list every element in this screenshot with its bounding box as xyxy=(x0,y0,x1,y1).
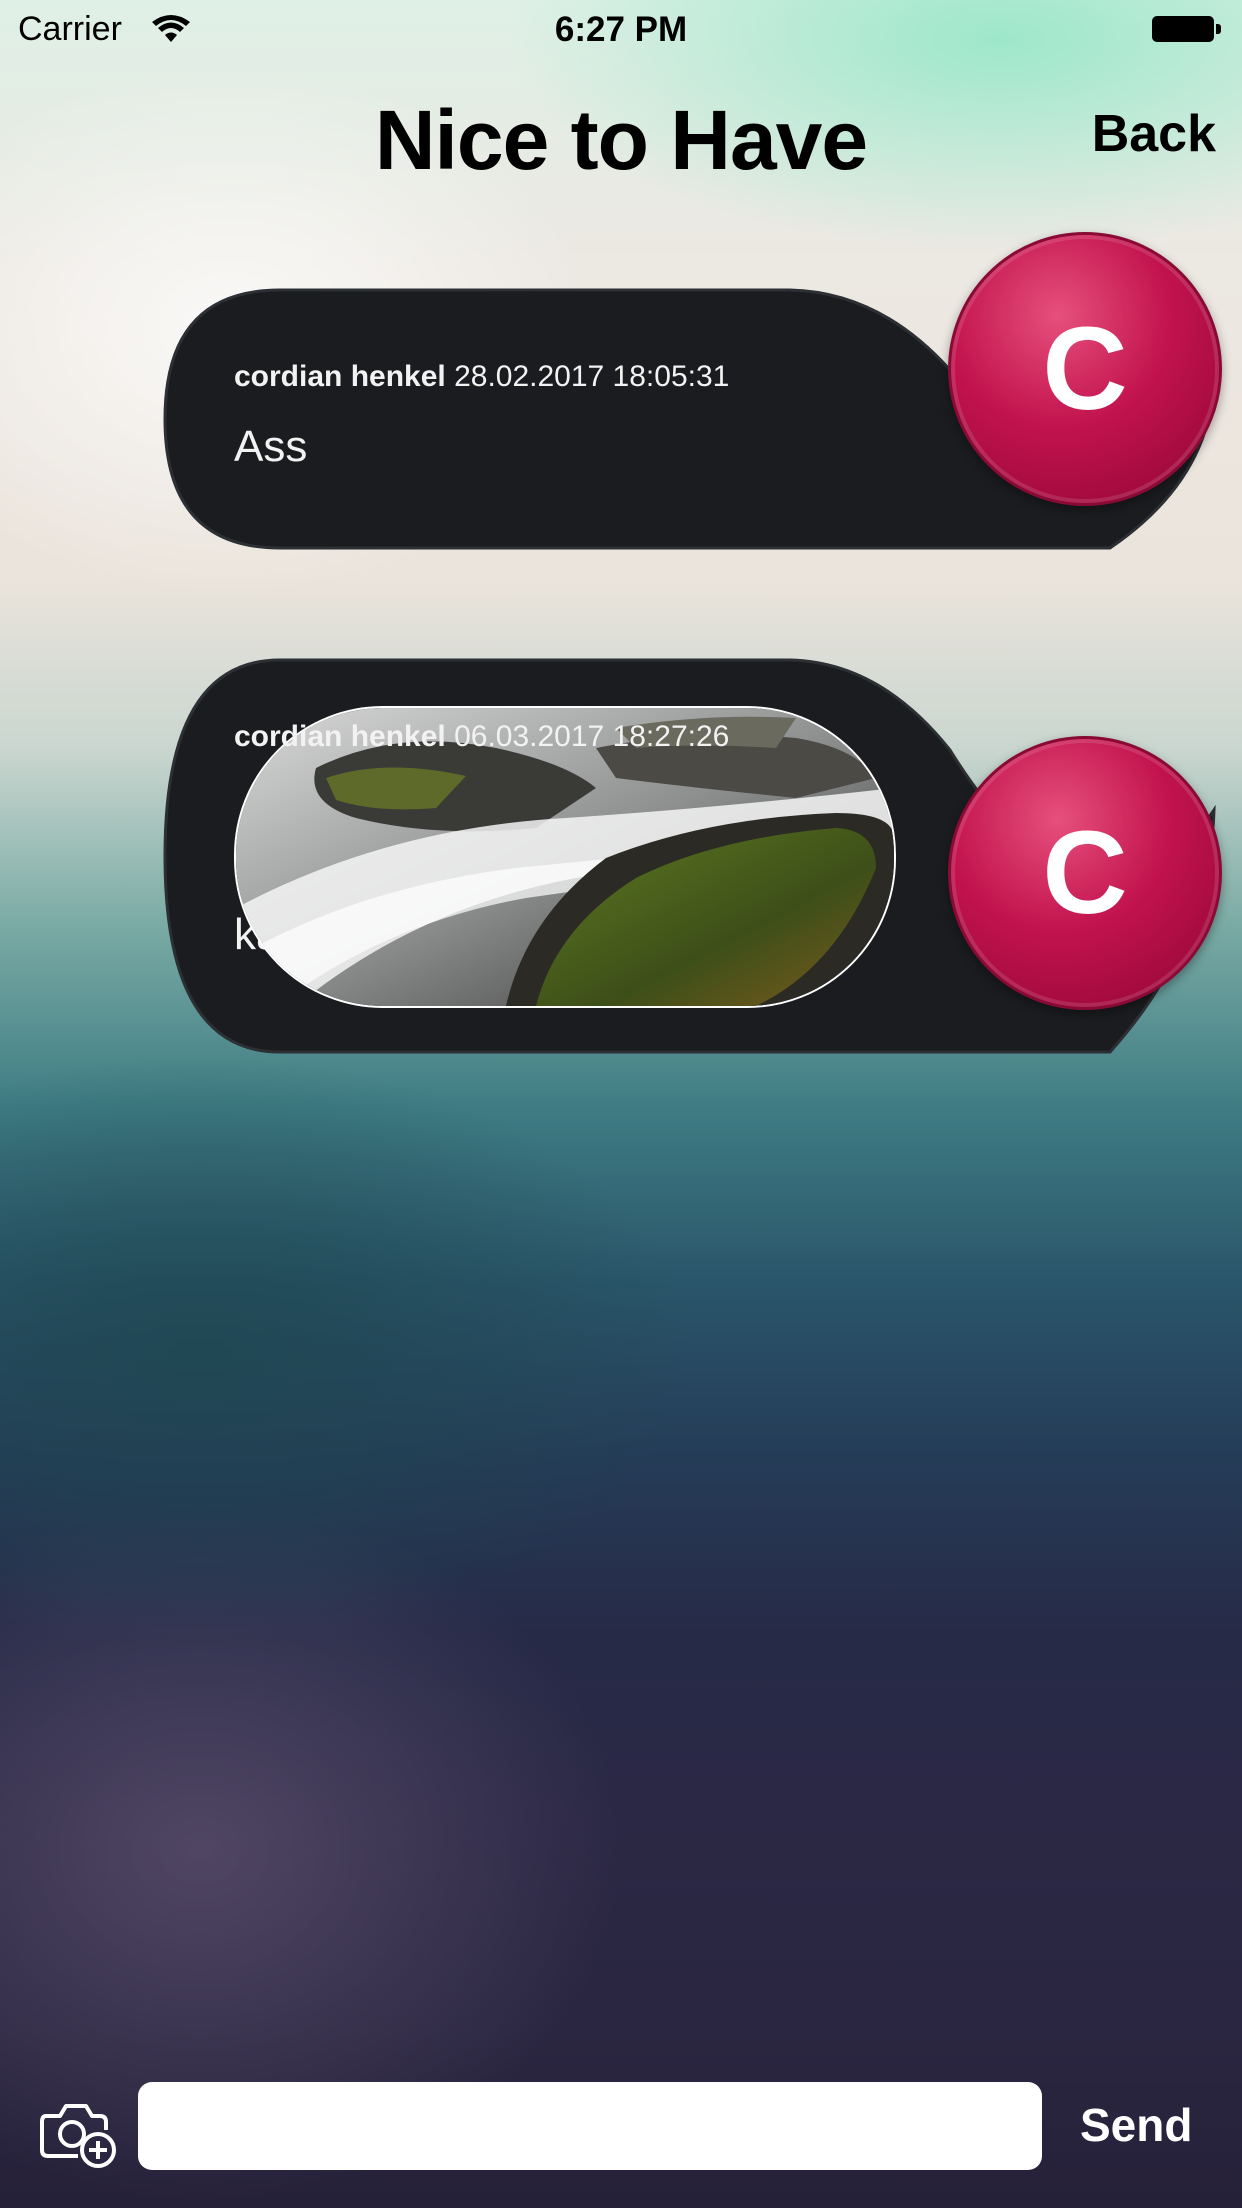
page-title: Nice to Have xyxy=(374,93,868,187)
camera-add-icon[interactable] xyxy=(40,2098,118,2168)
avatar[interactable]: C xyxy=(948,232,1222,506)
avatar[interactable]: C xyxy=(948,736,1222,1010)
message-meta: cordian henkel 28.02.2017 18:05:31 xyxy=(234,360,729,394)
battery-icon xyxy=(1152,16,1222,44)
back-button[interactable]: Back xyxy=(1092,104,1216,164)
status-time: 6:27 PM xyxy=(554,10,688,49)
message-author: cordian henkel xyxy=(234,360,446,393)
message-meta: cordian henkel 06.03.2017 18:27:26 xyxy=(234,720,729,754)
message-timestamp: 06.03.2017 18:27:26 xyxy=(454,720,730,753)
message-input[interactable] xyxy=(138,2082,1042,2170)
send-button[interactable]: Send xyxy=(1080,2098,1192,2152)
message-timestamp: 28.02.2017 18:05:31 xyxy=(454,360,730,393)
status-bar: Carrier 6:27 PM xyxy=(0,0,1242,62)
message-author: cordian henkel xyxy=(234,720,446,753)
message-text: Ass xyxy=(234,422,308,471)
